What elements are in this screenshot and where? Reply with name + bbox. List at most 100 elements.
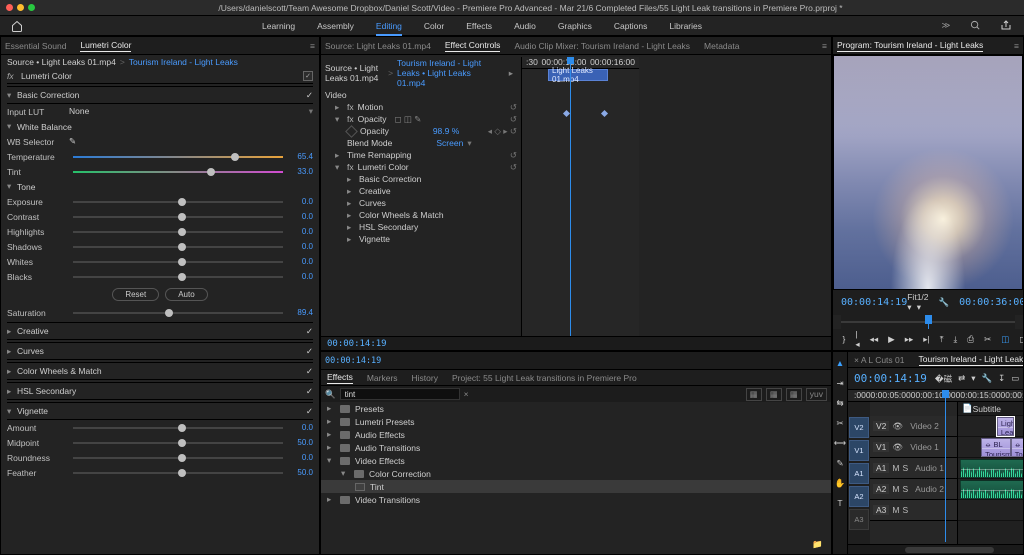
fx-badge-icon[interactable]: fx [347,102,354,112]
slip-tool[interactable]: ⟷ [833,436,847,450]
sequence-tab[interactable]: × A L Cuts 01 [854,355,905,365]
ec-clip[interactable]: Light Leaks 01.mp4 [548,69,608,81]
track-header-A1[interactable]: A1MSAudio 1 [870,458,957,479]
program-resolution-select[interactable]: 1/2 ▾ [917,292,929,313]
workspace-tab-color[interactable]: Color [424,21,444,31]
track-lane-V2[interactable]: Light Leaks 01.mp4 [958,416,1024,437]
project-tab[interactable]: Markers [367,373,398,383]
panel-menu-icon[interactable]: ≡ [1014,41,1019,51]
ec-tab[interactable]: Source: Light Leaks 01.mp4 [325,41,431,51]
program-video-area[interactable] [833,55,1023,290]
ec-playhead[interactable] [570,57,571,350]
section-checkbox[interactable]: ✓ [306,346,313,357]
tone-slider[interactable] [73,211,283,223]
lumetri-tab[interactable]: Essential Sound [5,41,66,51]
disclosure-triangle-icon[interactable]: ▸ [327,442,335,453]
input-lut-select[interactable]: None ▾ [69,106,313,117]
lumetri-section[interactable]: ▸Curves✓ [7,342,313,360]
mute-icon[interactable]: M [892,463,899,473]
tone-value[interactable]: 0.0 [287,197,313,206]
track-select-tool[interactable]: ⇥ [833,376,847,390]
effect-item[interactable]: Tint [321,480,831,493]
wrench-icon[interactable]: 🔧 [939,297,950,308]
keyframe-diamond-icon[interactable] [563,110,570,117]
mute-icon[interactable]: M [892,484,899,494]
solo-icon[interactable]: S [903,505,909,515]
workspace-tab-editing[interactable]: Editing [376,21,402,31]
ec-sequence-label[interactable]: Tourism Ireland - Light Leaks • Light Le… [397,58,501,88]
property-value[interactable]: 98.9 % [433,126,459,136]
ripple-tool[interactable]: ⇆ [833,396,847,410]
disclosure-triangle-icon[interactable]: ▸ [347,210,355,221]
insert-icon[interactable]: ↧ [998,373,1005,385]
video-clip[interactable]: Light Leaks 01.mp4 [997,417,1014,436]
video-clip[interactable]: ⦵ BL Tourism 2 - Kelly Lacy.mp4 [981,438,1011,457]
project-tab[interactable]: History [412,373,438,383]
ec-property-row[interactable]: ▾fxOpacity◻ ◫ ✎↺ [321,113,521,125]
ec-property-row[interactable]: ▸Color Wheels & Match [321,209,521,221]
ec-property-row[interactable]: ▸Vignette [321,233,521,245]
effect-folder[interactable]: ▸Presets [321,402,831,415]
tone-slider[interactable] [73,196,283,208]
mask-icons[interactable]: ◻ ◫ ✎ [394,114,421,125]
vignette-slider[interactable] [73,452,283,464]
ec-property-row[interactable]: ▸HSL Secondary [321,221,521,233]
temperature-slider[interactable] [73,151,283,163]
effects-search-input[interactable] [340,388,460,400]
effect-folder[interactable]: ▸Audio Effects [321,428,831,441]
timeline-zoom-bar[interactable] [848,544,1024,554]
workspace-tab-libraries[interactable]: Libraries [669,21,702,31]
lumetri-sequence[interactable]: Tourism Ireland - Light Leaks [129,57,238,67]
step-back-button[interactable]: |◂ [855,332,859,346]
project-tab[interactable]: Project: 55 Light Leak transitions in Pr… [452,373,637,383]
overwrite-icon[interactable]: ▭ [1011,373,1019,385]
reset-icon[interactable]: ↺ [510,150,517,161]
effect-type-badge[interactable]: ▦ [746,388,762,401]
program-tab[interactable]: Program: Tourism Ireland - Light Leaks [837,40,983,52]
solo-icon[interactable]: S [903,484,909,494]
workspace-tab-learning[interactable]: Learning [262,21,295,31]
tone-value[interactable]: 0.0 [287,272,313,281]
razor-tool[interactable]: ✂ [833,416,847,430]
vignette-slider[interactable] [73,437,283,449]
panel-menu-icon[interactable]: ≡ [310,41,315,51]
lumetri-section[interactable]: ▸Color Wheels & Match✓ [7,362,313,380]
disclosure-triangle-icon[interactable]: ▾ [327,455,335,466]
ec-property-row[interactable]: ▸Time Remapping↺ [321,149,521,161]
source-patch-V1[interactable]: V1 [849,440,869,461]
share-icon[interactable] [1000,19,1014,33]
video-clip[interactable]: ⦵ BL Tourism 9 - Kelly Lacy.mp4 [1011,438,1024,457]
snap-button[interactable]: ✂ [984,332,991,346]
search-icon[interactable] [970,20,982,31]
ec-property-row[interactable]: ▸Creative [321,185,521,197]
hand-tool[interactable]: ✋ [833,476,847,490]
overlay-button[interactable]: ◻ [1019,332,1024,346]
subtitle-track[interactable]: 📄 Subtitle [958,402,1024,416]
workspace-tab-effects[interactable]: Effects [466,21,492,31]
close-window-icon[interactable] [6,4,13,11]
tone-slider[interactable] [73,226,283,238]
ec-tab[interactable]: Metadata [704,41,739,51]
prev-button[interactable]: ◂◂ [870,332,879,346]
project-tab[interactable]: Effects [327,372,353,384]
timeline-timecode[interactable]: 00:00:14:19 [854,372,927,385]
track-target[interactable]: A2 [873,484,889,494]
workspace-tab-assembly[interactable]: Assembly [317,21,354,31]
tone-value[interactable]: 0.0 [287,257,313,266]
next-button[interactable]: ▸▸ [905,332,914,346]
workspace-tab-audio[interactable]: Audio [514,21,536,31]
eye-icon[interactable]: 👁 [892,421,903,432]
export-button[interactable]: ⎙ [967,332,974,346]
lumetri-master-checkbox[interactable]: ✓ [303,71,313,81]
audio-clip[interactable] [960,459,1024,478]
effect-folder[interactable]: ▸Lumetri Presets [321,415,831,428]
step-fwd-button[interactable]: ▸| [923,332,929,346]
temperature-value[interactable]: 65.4 [287,152,313,161]
ec-tab[interactable]: Effect Controls [445,40,501,52]
vignette-checkbox[interactable]: ✓ [306,406,313,417]
track-target[interactable]: V2 [873,421,889,431]
effect-controls-timeline[interactable]: :30 00:00:13:00 00:00:16:00 Light Leaks … [521,57,639,350]
search-icon[interactable]: 🔍 [325,389,336,400]
source-patch-A3[interactable]: A3 [849,509,869,530]
tone-value[interactable]: 0.0 [287,212,313,221]
